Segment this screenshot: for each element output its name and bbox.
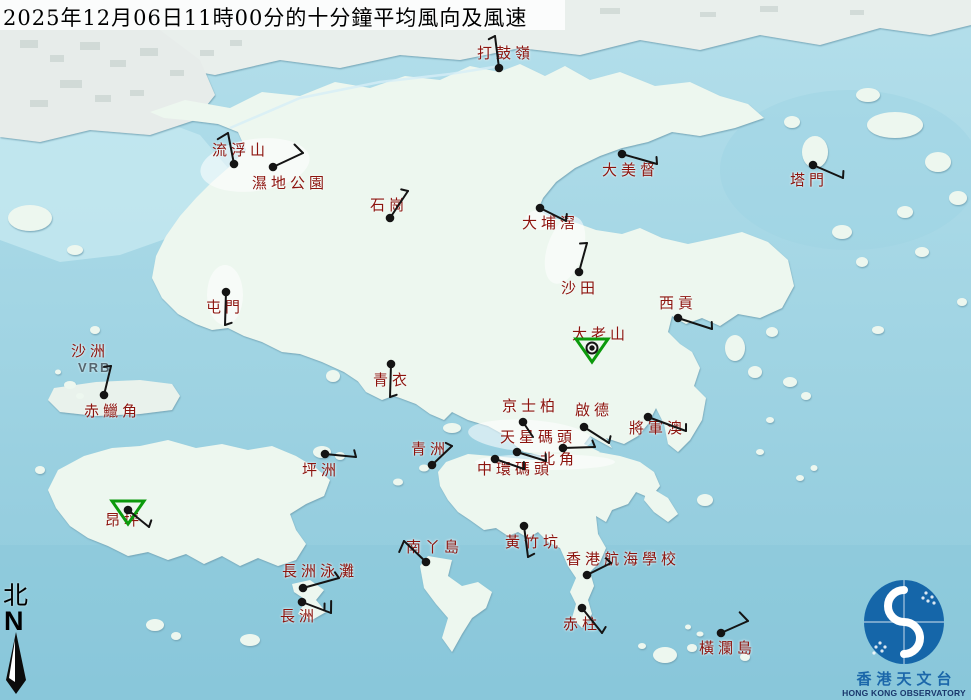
hko-logo: 香港天文台 HONG KONG OBSERVATORY <box>838 575 970 698</box>
station-label: 屯門 <box>206 300 244 315</box>
north-compass: 北 N <box>3 582 37 698</box>
station-label: 京士柏 <box>502 399 559 414</box>
station-label: 長洲泳灘 <box>282 564 358 579</box>
station-label: 南丫島 <box>406 540 463 555</box>
map-title: 2025年12月06日11時00分的十分鐘平均風向及風速 <box>3 2 527 32</box>
station-label: 香港航海學校 <box>566 552 680 567</box>
station-label: 石崗 <box>370 198 408 213</box>
station-label: 濕地公園 <box>252 176 328 191</box>
station-label: 青衣 <box>373 373 411 388</box>
station-label: 赤鱲角 <box>84 404 141 419</box>
station-label: 長洲 <box>280 609 318 624</box>
station-label: 塔門 <box>790 173 828 188</box>
station-label: 將軍澳 <box>629 421 686 436</box>
station-label: 沙田 <box>561 281 599 296</box>
station-label: 北角 <box>540 452 578 467</box>
station-label: 大美督 <box>602 163 659 178</box>
logo-name-zh: 香港天文台 <box>843 671 970 688</box>
logo-name-en: HONG KONG OBSERVATORY <box>838 688 970 698</box>
station-label: 大老山 <box>572 327 629 342</box>
hko-logo-icon <box>838 575 970 667</box>
station-label: 橫瀾島 <box>699 641 756 656</box>
station-label: 天星碼頭 <box>500 430 576 445</box>
station-label: 赤柱 <box>563 617 601 632</box>
station-label: 西貢 <box>659 296 697 311</box>
station-label: 青洲 <box>411 442 449 457</box>
north-label-en: N <box>4 610 37 633</box>
station-label: 沙洲 <box>71 344 109 359</box>
station-layer: 打鼓嶺流浮山濕地公園石崗大埔滘 大美督塔門沙田西貢大老山 屯門沙洲 VRB 赤鱲角 青衣青… <box>0 0 971 700</box>
station-label: 昂坪 <box>105 513 143 528</box>
station-variable-note: VRB <box>78 361 111 374</box>
wind-map: 打鼓嶺流浮山濕地公園石崗大埔滘 大美督塔門沙田西貢大老山 屯門沙洲 VRB 赤鱲角 青衣青… <box>0 0 971 700</box>
compass-needle-icon <box>3 632 29 694</box>
station-label: 大埔滘 <box>522 216 579 231</box>
station-label: 坪洲 <box>302 463 340 478</box>
station-label: 啟德 <box>575 403 613 418</box>
station-label: 流浮山 <box>212 143 269 158</box>
station-label: 打鼓嶺 <box>477 46 534 61</box>
station-label: 黃竹坑 <box>505 535 562 550</box>
